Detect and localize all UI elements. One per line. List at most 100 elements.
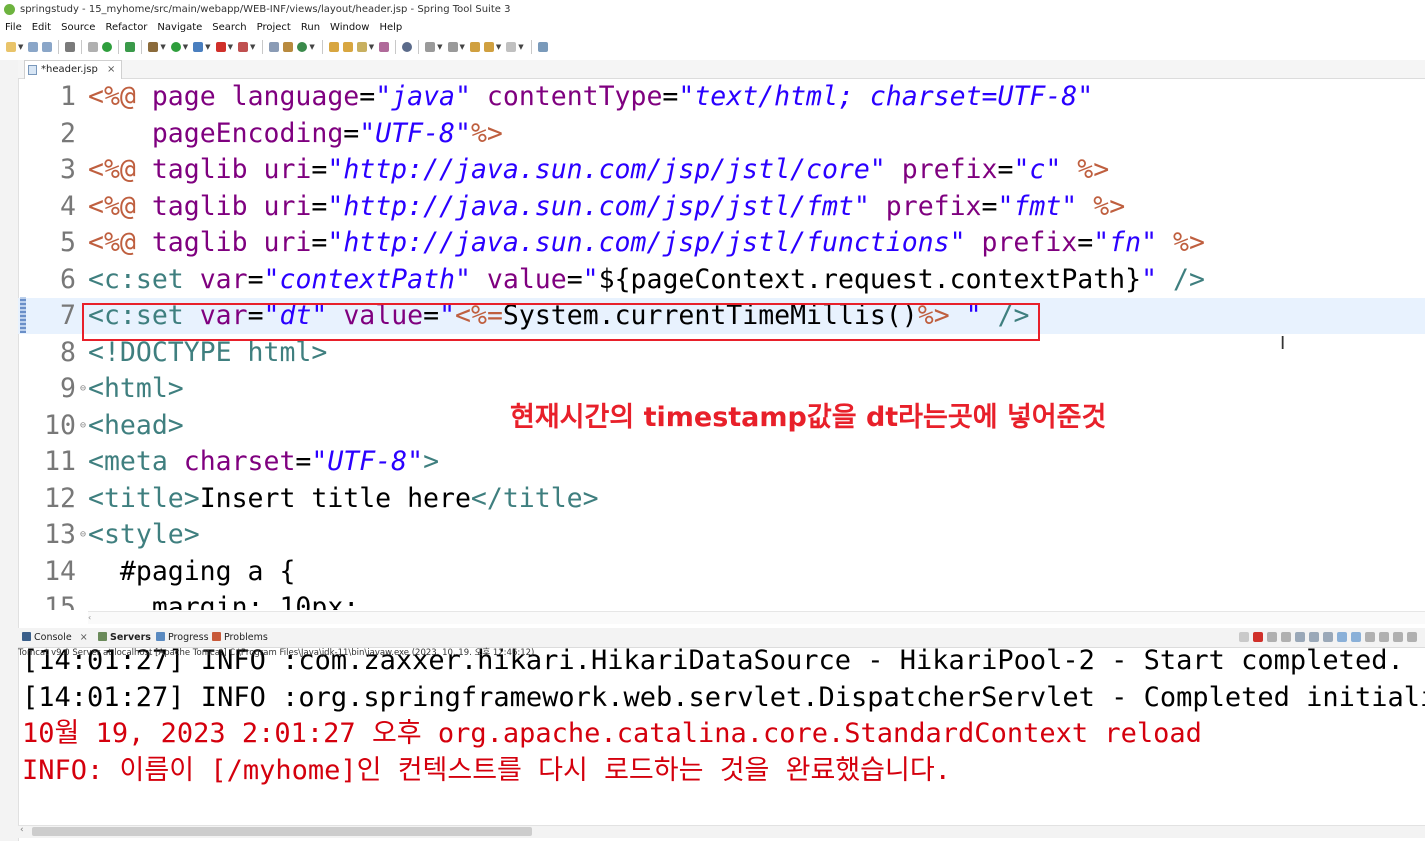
chevron-down-icon[interactable]: ▼ — [205, 43, 210, 51]
fold-toggle-icon[interactable]: ⊖ — [80, 530, 86, 540]
chevron-down-icon[interactable]: ▼ — [309, 43, 314, 51]
show-on-stdout-icon[interactable] — [1337, 632, 1347, 642]
menu-run[interactable]: Run — [296, 20, 325, 36]
back-icon[interactable] — [483, 42, 494, 52]
tab-servers[interactable]: Servers — [98, 628, 151, 647]
scroll-lock-icon[interactable] — [1309, 632, 1319, 642]
remove-all-icon[interactable] — [1281, 632, 1291, 642]
bottom-panel-tabs: Console × Servers Progress Problems — [18, 628, 1425, 648]
code-line[interactable]: 5 <%@ taglib uri="http://java.sun.com/jsp… — [18, 225, 1425, 261]
save-all-icon[interactable] — [42, 42, 53, 52]
code-editor[interactable]: 1 <%@ page language="java" contentType="t… — [18, 79, 1425, 610]
display-console-icon[interactable] — [1379, 632, 1389, 642]
code-token: <!DOCTYPE html> — [88, 336, 328, 368]
pin-console-icon[interactable] — [1365, 632, 1375, 642]
menu-search[interactable]: Search — [207, 20, 251, 36]
refresh-icon[interactable] — [125, 42, 136, 52]
new-class-icon[interactable] — [297, 42, 308, 52]
new-java-project-icon[interactable] — [269, 42, 280, 52]
code-line[interactable]: 4 <%@ taglib uri="http://java.sun.com/jsp… — [18, 189, 1425, 225]
line-number: 10 — [44, 409, 76, 441]
scroll-left-icon[interactable]: ‹ — [88, 613, 91, 622]
print-icon[interactable] — [65, 42, 76, 52]
menu-help[interactable]: Help — [374, 20, 407, 36]
code-line[interactable]: 3 <%@ taglib uri="http://java.sun.com/jsp… — [18, 152, 1425, 188]
terminate-all-icon[interactable] — [1239, 632, 1249, 642]
code-token: contentType — [486, 81, 663, 112]
code-line[interactable]: 15 margin: 10px; — [18, 590, 1425, 610]
last-edit-icon[interactable] — [469, 42, 480, 52]
toolbar-separator — [141, 40, 143, 54]
close-icon[interactable]: × — [80, 632, 88, 643]
toggle-mark-icon[interactable] — [379, 42, 390, 52]
console-output[interactable]: [14:01:27] INFO :com.zaxxer.hikari.Hikar… — [18, 647, 1425, 825]
chevron-down-icon[interactable]: ▼ — [437, 43, 442, 51]
open-perspective-icon[interactable] — [537, 42, 548, 52]
open-type-icon[interactable] — [328, 42, 339, 52]
tab-problems[interactable]: Problems — [212, 628, 268, 647]
terminate-icon[interactable] — [1253, 632, 1263, 642]
tab-console[interactable]: Console × — [22, 628, 88, 647]
save-icon[interactable] — [28, 42, 39, 52]
forward-icon[interactable] — [506, 42, 517, 52]
menu-window[interactable]: Window — [325, 20, 374, 36]
code-line[interactable]: 11 <meta charset="UTF-8"> — [18, 444, 1425, 480]
server-icon[interactable] — [237, 42, 248, 52]
previous-annotation-icon[interactable] — [447, 42, 458, 52]
code-line[interactable]: 2 pageEncoding="UTF-8"%> — [18, 116, 1425, 152]
open-folder-icon[interactable] — [342, 42, 353, 52]
code-line[interactable]: 12 <title>Insert title here</title> — [18, 481, 1425, 517]
scroll-left-icon[interactable]: ‹ — [20, 825, 24, 835]
search-icon[interactable] — [356, 42, 367, 52]
close-icon[interactable]: × — [107, 64, 115, 75]
code-line[interactable]: 14 #paging a { — [18, 554, 1425, 590]
chevron-down-icon[interactable]: ▼ — [18, 43, 23, 51]
remove-launch-icon[interactable] — [1267, 632, 1277, 642]
code-token: Insert title here — [199, 482, 471, 514]
spring-boot-dashboard-icon[interactable] — [102, 42, 113, 52]
code-line[interactable]: 1 <%@ page language="java" contentType="t… — [18, 79, 1425, 115]
code-token: "http://java.sun.com/jsp/jstl/core" — [327, 154, 886, 185]
menu-file[interactable]: File — [0, 20, 27, 36]
run-external-icon[interactable] — [193, 42, 204, 52]
show-on-stderr-icon[interactable] — [1351, 632, 1361, 642]
chevron-down-icon[interactable]: ▼ — [369, 43, 374, 51]
chevron-down-icon[interactable]: ▼ — [183, 43, 188, 51]
open-console-icon[interactable] — [1393, 632, 1403, 642]
run-icon[interactable] — [170, 42, 181, 52]
code-line[interactable]: 6 <c:set var="contextPath" value="${pageC… — [18, 262, 1425, 298]
fold-toggle-icon[interactable]: ⊖ — [80, 384, 86, 394]
chevron-down-icon[interactable]: ▼ — [460, 43, 465, 51]
tab-progress[interactable]: Progress — [156, 628, 209, 647]
code-token: <html> — [88, 373, 184, 404]
chevron-down-icon[interactable]: ▼ — [496, 43, 501, 51]
minimize-icon[interactable] — [1407, 632, 1417, 642]
chevron-down-icon[interactable]: ▼ — [160, 43, 165, 51]
menu-refactor[interactable]: Refactor — [100, 20, 152, 36]
word-wrap-icon[interactable] — [1323, 632, 1333, 642]
globe-icon[interactable] — [402, 42, 413, 52]
menu-project[interactable]: Project — [252, 20, 296, 36]
new-icon[interactable] — [6, 42, 16, 52]
chevron-down-icon[interactable]: ▼ — [228, 43, 233, 51]
fold-toggle-icon[interactable]: ⊖ — [80, 420, 86, 431]
menu-edit[interactable]: Edit — [27, 20, 56, 36]
next-annotation-icon[interactable] — [425, 42, 436, 52]
code-token: "fmt" — [997, 190, 1078, 222]
editor-horizontal-scrollbar[interactable]: ‹ — [88, 611, 1425, 624]
stop-icon[interactable] — [215, 42, 226, 52]
code-line[interactable]: 13 ⊖ <style> — [18, 517, 1425, 553]
code-token: = — [566, 263, 583, 295]
chevron-down-icon[interactable]: ▼ — [518, 43, 523, 51]
debug-icon[interactable] — [148, 42, 159, 52]
menu-source[interactable]: Source — [56, 20, 100, 36]
scrollbar-thumb[interactable] — [32, 827, 532, 836]
new-package-icon[interactable] — [283, 42, 294, 52]
console-line: 10월 19, 2023 2:01:27 오후 org.apache.catal… — [22, 718, 1202, 749]
tab-header-jsp[interactable]: *header.jsp × — [24, 60, 123, 79]
clear-console-icon[interactable] — [1295, 632, 1305, 642]
menu-navigate[interactable]: Navigate — [152, 20, 207, 36]
skip-breakpoints-icon[interactable] — [88, 42, 99, 52]
chevron-down-icon[interactable]: ▼ — [250, 43, 255, 51]
